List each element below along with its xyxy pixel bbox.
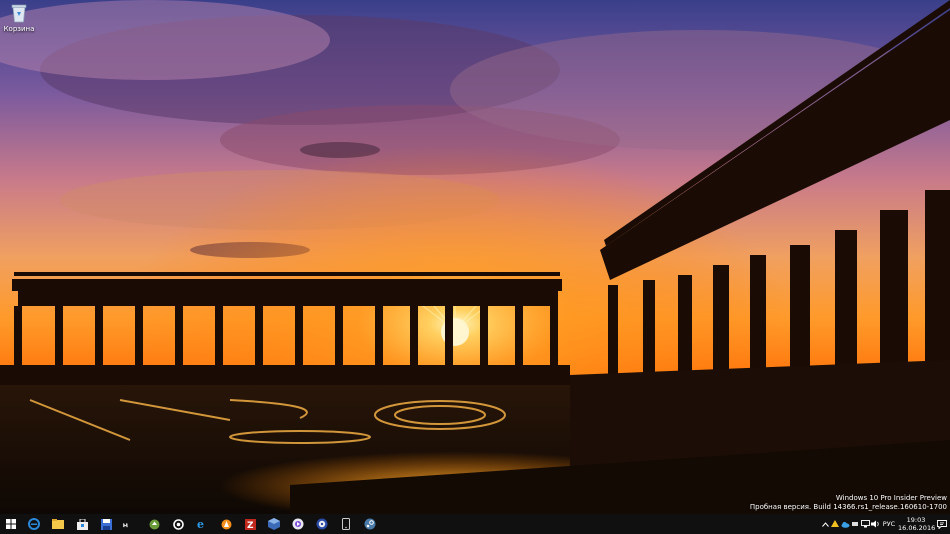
recycle-bin-icon	[11, 4, 27, 23]
disc-icon	[316, 518, 328, 530]
speaker-icon	[870, 520, 879, 528]
recycle-app-icon	[149, 519, 159, 529]
taskbar-avast[interactable]	[214, 514, 238, 534]
tray-clock[interactable]: 19:03 16.06.2016	[898, 516, 936, 532]
taskbar-ccleaner[interactable]	[166, 514, 190, 534]
taskbar-virtualbox[interactable]	[262, 514, 286, 534]
taskbar-mobile[interactable]	[334, 514, 358, 534]
virtualbox-icon	[268, 518, 280, 530]
start-icon	[6, 519, 16, 529]
tray-network[interactable]	[860, 514, 870, 534]
edge-icon	[28, 518, 40, 530]
file-explorer-icon	[52, 519, 64, 529]
taskbar-disc[interactable]	[310, 514, 334, 534]
svg-text:e: e	[197, 518, 204, 530]
store-icon	[76, 518, 88, 530]
taskbar-recycle-app[interactable]	[142, 514, 166, 534]
svg-text:Z: Z	[247, 521, 254, 530]
taskbar-steam[interactable]	[358, 514, 382, 534]
notification-icon	[937, 519, 947, 529]
tray-show-hidden[interactable]	[820, 514, 830, 534]
build-watermark: Windows 10 Pro Insider Preview Пробная в…	[750, 494, 947, 512]
clock-time: 19:03	[906, 516, 926, 524]
usb-icon	[852, 522, 858, 526]
filezilla-icon: Z	[244, 518, 256, 530]
watermark-edition: Windows 10 Pro Insider Preview	[835, 494, 947, 502]
system-tray: РУС 19:03 16.06.2016	[820, 514, 950, 534]
tray-app-hardware[interactable]	[850, 514, 860, 534]
tray-language[interactable]: РУС	[880, 520, 898, 528]
taskbar-mega[interactable]: ⲙ	[118, 514, 142, 534]
taskbar: ⲙ e Z РУС 19:03 16.06.2016	[0, 514, 950, 534]
tray-app-yellow[interactable]	[830, 514, 840, 534]
network-icon	[860, 520, 870, 528]
tray-app-blue[interactable]	[840, 514, 850, 534]
mobile-icon	[342, 518, 350, 530]
avast-icon	[221, 519, 231, 529]
watermark-build: Пробная версия. Build 14366.rs1_release.…	[749, 503, 947, 511]
shield-warning-icon	[831, 520, 839, 527]
taskbar-internet-explorer[interactable]: e	[190, 514, 214, 534]
taskbar-file-explorer[interactable]	[46, 514, 70, 534]
wallpaper-sunset-colonnade	[0, 0, 950, 514]
ccleaner-icon	[172, 518, 184, 530]
tray-volume[interactable]	[870, 514, 880, 534]
action-center-button[interactable]	[934, 519, 950, 529]
desktop-icon-recycle-bin[interactable]: Корзина	[3, 3, 35, 33]
steam-icon	[364, 518, 376, 530]
taskbar-media-player[interactable]	[286, 514, 310, 534]
cloud-icon	[841, 521, 849, 528]
media-player-icon	[292, 518, 304, 530]
internet-explorer-icon: e	[197, 518, 204, 530]
taskbar-store[interactable]	[70, 514, 94, 534]
start-button[interactable]	[0, 514, 22, 534]
save-app-icon	[100, 518, 112, 530]
svg-text:ⲙ: ⲙ	[123, 520, 128, 528]
mega-icon: ⲙ	[123, 520, 128, 528]
desktop-icon-label: Корзина	[3, 25, 35, 33]
taskbar-save-app[interactable]	[94, 514, 118, 534]
chevron-up-icon	[821, 521, 829, 527]
taskbar-filezilla[interactable]: Z	[238, 514, 262, 534]
clock-date: 16.06.2016	[898, 524, 936, 532]
taskbar-edge[interactable]	[22, 514, 46, 534]
desktop: Корзина Windows 10 Pro Insider Preview П…	[0, 0, 950, 514]
